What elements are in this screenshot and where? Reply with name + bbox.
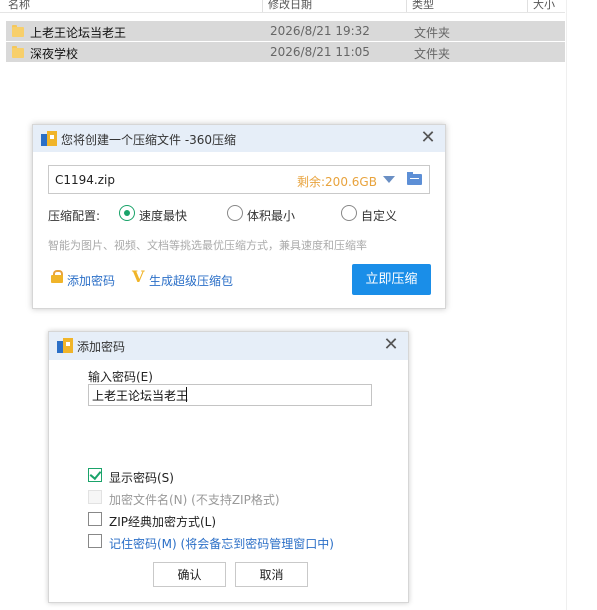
file-name: 上老王论坛当老王 <box>30 26 127 40</box>
file-row[interactable]: 深夜学校 2026/8/21 11:05 文件夹 <box>6 42 565 62</box>
dialog-title: 添加密码 <box>77 340 126 354</box>
super-package-link[interactable]: 生成超级压缩包 <box>149 272 233 289</box>
column-header-size[interactable]: 大小 <box>533 0 555 12</box>
file-type: 文件夹 <box>414 26 451 40</box>
column-divider[interactable] <box>527 0 528 12</box>
column-header-name[interactable]: 名称 <box>8 0 30 12</box>
dialog-title-bar[interactable]: 添加密码 ✕ <box>49 332 408 360</box>
password-input[interactable] <box>88 384 372 406</box>
add-password-dialog: 添加密码 ✕ 输入密码(E) 显示密码(S) 加密文件名(N) (不支持ZIP格… <box>48 331 409 603</box>
password-input-label: 输入密码(E) <box>88 370 153 384</box>
column-divider[interactable] <box>262 0 263 12</box>
remember-password-label[interactable]: 记住密码(M) (将会备忘到密码管理窗口中) <box>109 535 334 552</box>
free-space-label: 剩余:200.6GB <box>297 175 377 189</box>
compress-dialog: 您将创建一个压缩文件 -360压缩 ✕ 剩余:200.6GB 压缩配置: 速度最… <box>32 124 446 309</box>
text-caret <box>186 387 187 402</box>
radio-custom-label[interactable]: 自定义 <box>361 207 397 224</box>
file-row[interactable]: 上老王论坛当老王 2026/8/21 19:32 文件夹 <box>6 21 565 41</box>
column-divider[interactable] <box>406 0 407 12</box>
browse-folder-icon[interactable] <box>407 172 423 186</box>
confirm-button[interactable]: 确认 <box>153 562 226 587</box>
radio-fastest-label[interactable]: 速度最快 <box>139 207 187 224</box>
dialog-title: 您将创建一个压缩文件 -360压缩 <box>61 133 237 147</box>
file-date: 2026/8/21 19:32 <box>270 24 370 38</box>
cancel-button[interactable]: 取消 <box>235 562 308 587</box>
output-path-field[interactable]: 剩余:200.6GB <box>48 165 430 194</box>
remember-password-checkbox[interactable] <box>88 534 102 548</box>
column-header-date[interactable]: 修改日期 <box>268 0 312 12</box>
encrypt-filenames-checkbox <box>88 490 102 504</box>
file-type: 文件夹 <box>414 47 451 61</box>
zip-classic-encryption-label[interactable]: ZIP经典加密方式(L) <box>109 513 216 530</box>
app-logo-icon <box>57 338 73 353</box>
compression-config-label: 压缩配置: <box>48 209 101 223</box>
radio-fastest[interactable] <box>119 205 135 221</box>
scrollbar-track[interactable] <box>566 0 567 610</box>
lock-icon <box>51 270 63 283</box>
radio-custom[interactable] <box>341 205 357 221</box>
zip-classic-encryption-checkbox[interactable] <box>88 512 102 526</box>
radio-smallest[interactable] <box>227 205 243 221</box>
compress-now-button[interactable]: 立即压缩 <box>352 264 431 295</box>
column-header-row: 名称 修改日期 类型 大小 <box>0 0 565 13</box>
show-password-checkbox[interactable] <box>88 468 102 482</box>
folder-icon <box>12 46 24 58</box>
file-name: 深夜学校 <box>30 47 79 61</box>
file-date: 2026/8/21 11:05 <box>270 45 370 59</box>
radio-smallest-label[interactable]: 体积最小 <box>247 207 295 224</box>
app-logo-icon <box>41 131 57 146</box>
close-icon[interactable]: ✕ <box>382 335 400 355</box>
close-icon[interactable]: ✕ <box>419 128 437 148</box>
show-password-label[interactable]: 显示密码(S) <box>109 469 174 486</box>
encrypt-filenames-label: 加密文件名(N) (不支持ZIP格式) <box>109 493 280 507</box>
vip-v-icon: V <box>132 267 145 286</box>
add-password-link[interactable]: 添加密码 <box>67 272 115 289</box>
column-header-type[interactable]: 类型 <box>412 0 434 12</box>
chevron-down-icon[interactable] <box>383 176 395 183</box>
filename-input[interactable] <box>53 170 287 190</box>
compression-hint: 智能为图片、视频、文档等挑选最优压缩方式，兼具速度和压缩率 <box>48 239 367 252</box>
folder-icon <box>12 25 24 37</box>
dialog-title-bar[interactable]: 您将创建一个压缩文件 -360压缩 ✕ <box>33 125 445 152</box>
